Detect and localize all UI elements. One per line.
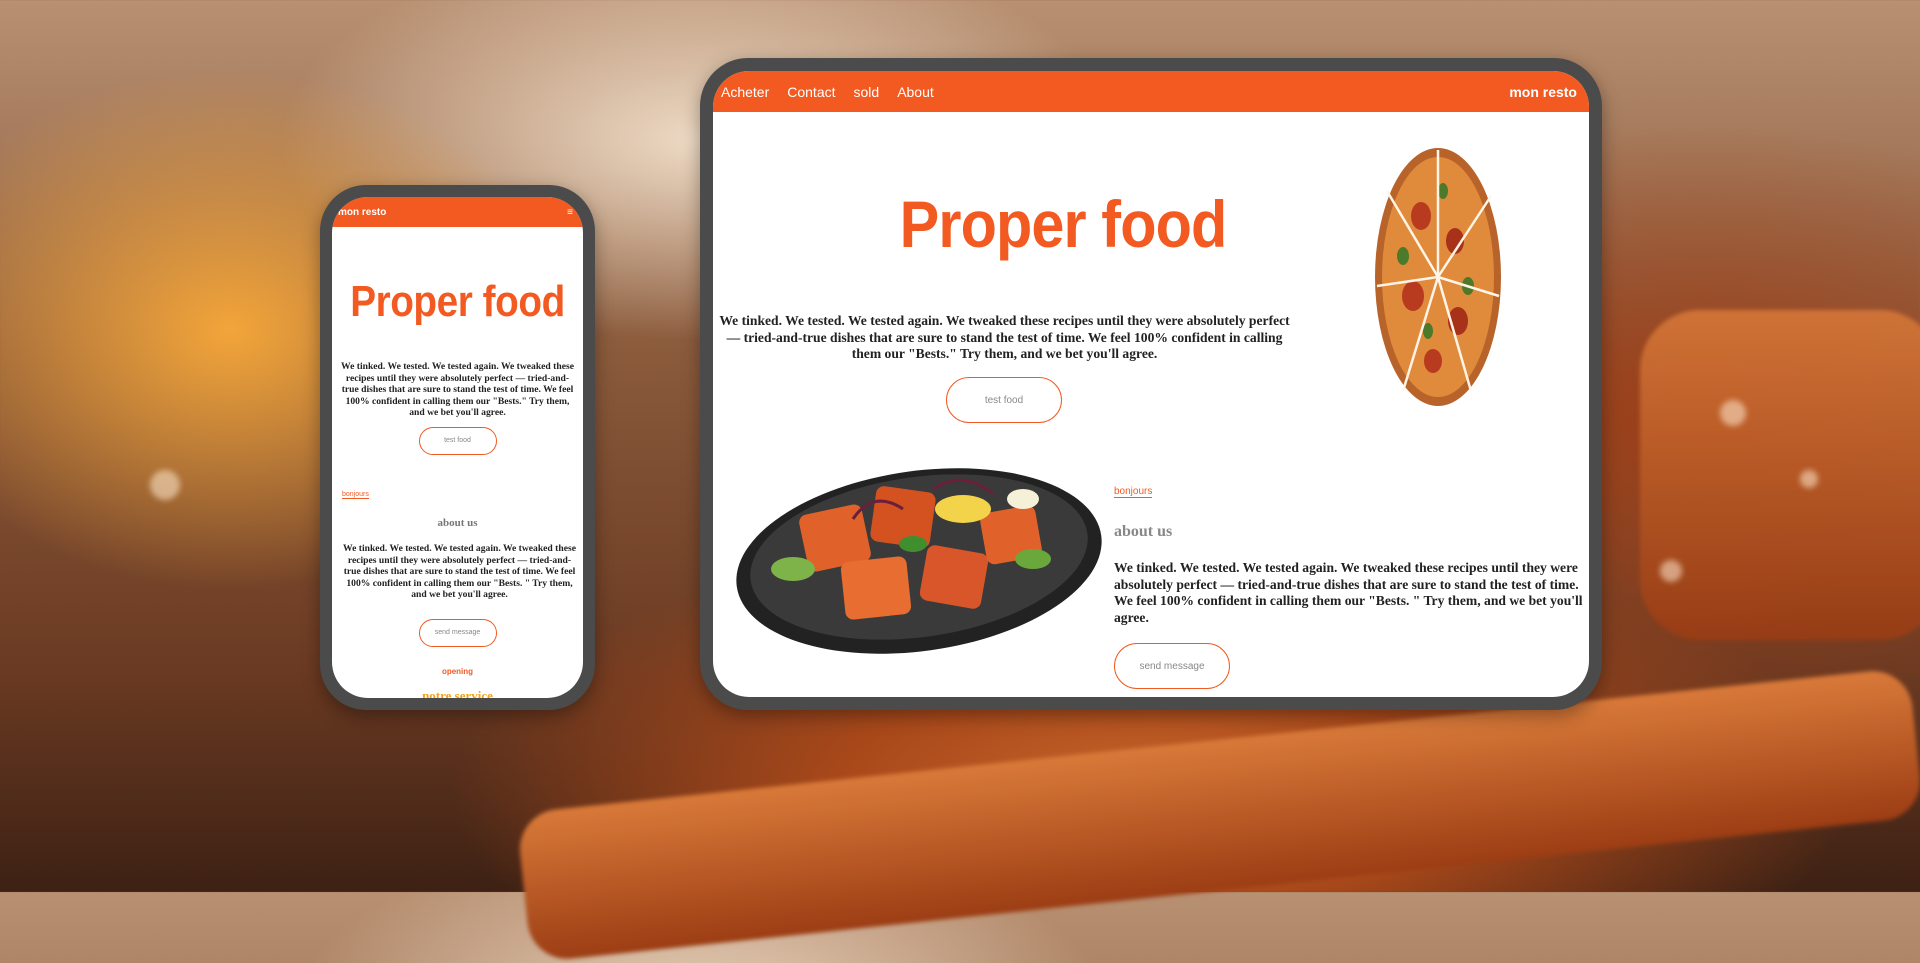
tablet-test-food-button[interactable]: test food (946, 377, 1062, 423)
nav-link-contact[interactable]: Contact (787, 84, 835, 100)
nav-link-acheter[interactable]: Acheter (721, 84, 769, 100)
phone-service-heading: notre service (422, 687, 493, 698)
pizza-image (1375, 148, 1501, 406)
phone-hero-title: Proper food (350, 277, 565, 326)
tablet-navbar: Acheter Contact sold About mon resto (713, 71, 1589, 112)
chicken-dish-image (736, 468, 1102, 654)
nav-link-sold[interactable]: sold (854, 84, 880, 100)
tablet-about-heading: about us (1114, 523, 1173, 540)
background-bokeh (1720, 400, 1746, 426)
tablet-about-text: We tinked. We tested. We tested again. W… (1114, 560, 1583, 625)
nav-links: Acheter Contact sold About (721, 84, 934, 100)
phone-hero-text: We tinked. We tested. We tested again. W… (341, 361, 574, 419)
phone-send-message-button[interactable]: send message (418, 618, 497, 647)
phone-brand[interactable]: mon resto (338, 207, 386, 218)
phone-screen: mon resto ≡ Proper food We tinked. We te… (332, 197, 583, 698)
tablet-send-message-button[interactable]: send message (1114, 643, 1230, 689)
phone-test-food-button[interactable]: test food (418, 426, 497, 455)
tablet-brand[interactable]: mon resto (1509, 84, 1577, 100)
background-grilled-eel (1640, 310, 1920, 640)
tablet-hero-title: Proper food (899, 187, 1228, 261)
hamburger-menu-icon[interactable]: ≡ (567, 207, 573, 218)
phone-navbar: mon resto ≡ (332, 197, 583, 227)
background-bokeh (1660, 560, 1682, 582)
phone-mockup: mon resto ≡ Proper food We tinked. We te… (320, 185, 595, 710)
phone-about-heading: about us (437, 516, 478, 529)
nav-link-about[interactable]: About (897, 84, 934, 100)
phone-service-eyebrow: opening (441, 666, 474, 676)
tablet-about-eyebrow: bonjours (1114, 486, 1153, 498)
tablet-screen: Acheter Contact sold About mon resto Pro… (713, 71, 1589, 697)
tablet-mockup: Acheter Contact sold About mon resto Pro… (700, 58, 1602, 710)
tablet-hero-text: We tinked. We tested. We tested again. W… (719, 313, 1290, 362)
phone-about-text: We tinked. We tested. We tested again. W… (343, 542, 576, 601)
phone-about-eyebrow: bonjours (342, 490, 369, 499)
background-bokeh (150, 470, 180, 500)
background-bokeh (1800, 470, 1818, 488)
background-food-photo (515, 667, 1920, 963)
